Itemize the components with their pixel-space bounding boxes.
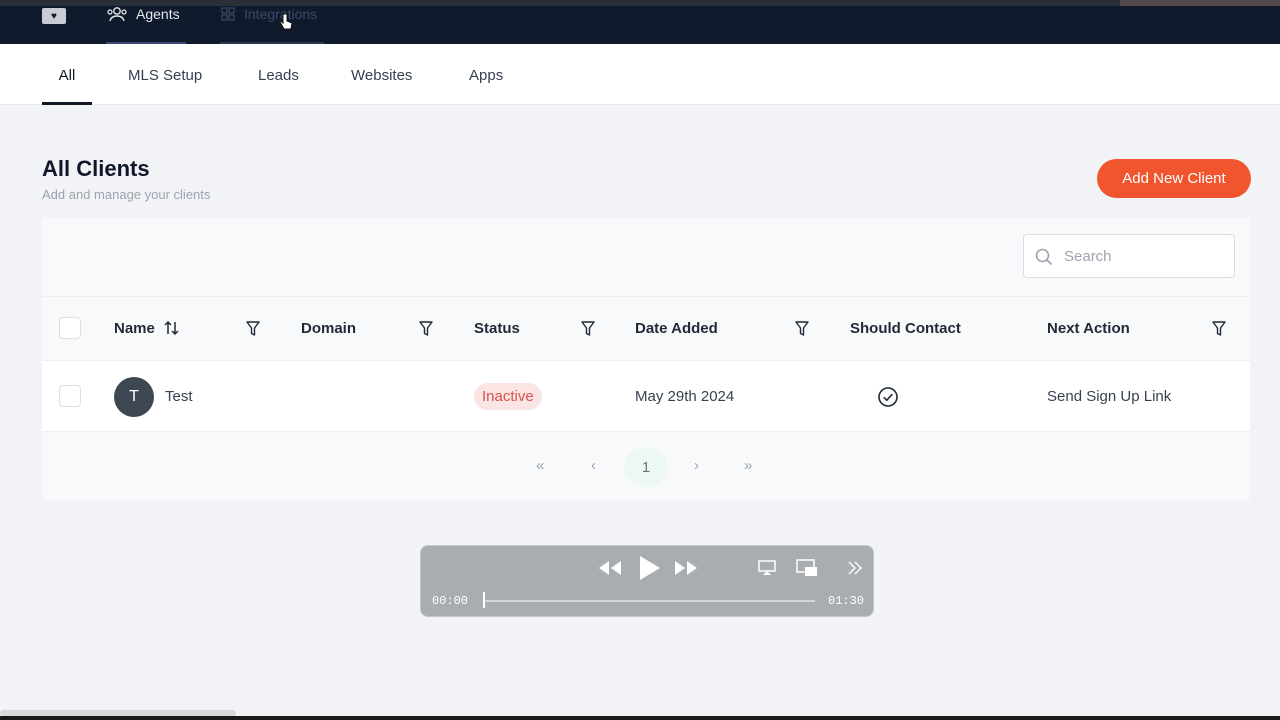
filter-icon[interactable] xyxy=(419,321,433,342)
window-strip-right xyxy=(1120,0,1280,6)
search-icon xyxy=(1035,248,1053,271)
prev-page-button[interactable]: ‹ xyxy=(591,457,596,474)
hand-cursor-icon xyxy=(279,13,293,30)
next-page-button[interactable]: › xyxy=(694,457,699,474)
nav-item-integrations[interactable]: Integrations xyxy=(220,4,324,44)
avatar: T xyxy=(114,377,154,417)
seek-handle[interactable] xyxy=(483,592,485,608)
window-edge xyxy=(0,716,1280,720)
first-page-button[interactable]: « xyxy=(536,457,544,474)
tab-websites[interactable]: Websites xyxy=(351,67,412,105)
total-duration: 01:30 xyxy=(828,594,865,608)
fast-forward-icon[interactable] xyxy=(673,559,699,577)
add-new-client-button[interactable]: Add New Client xyxy=(1097,159,1251,198)
video-player-controls: 00:00 01:30 xyxy=(420,545,874,617)
rewind-icon[interactable] xyxy=(597,559,623,577)
client-name[interactable]: Test xyxy=(165,388,193,405)
status-badge: Inactive xyxy=(474,383,542,410)
tab-mls-setup[interactable]: MLS Setup xyxy=(128,67,202,105)
search-input[interactable] xyxy=(1064,245,1224,267)
play-icon[interactable] xyxy=(635,554,663,582)
window-strip xyxy=(0,0,1280,6)
select-all-checkbox[interactable] xyxy=(59,317,81,339)
chevron-double-right-icon[interactable] xyxy=(847,560,863,576)
tab-apps[interactable]: Apps xyxy=(469,67,503,105)
tab-leads[interactable]: Leads xyxy=(258,67,299,105)
page-title: All Clients xyxy=(42,156,150,181)
grid-icon xyxy=(220,6,236,22)
seek-bar[interactable] xyxy=(483,600,815,602)
row-checkbox[interactable] xyxy=(59,385,81,407)
column-header-status[interactable]: Status xyxy=(474,320,520,337)
tab-all[interactable]: All xyxy=(42,67,92,105)
column-header-should-contact[interactable]: Should Contact xyxy=(850,320,961,337)
top-navbar: ♥ Agents Integrations xyxy=(0,0,1280,44)
date-added: May 29th 2024 xyxy=(635,388,735,405)
tabs-bar: All MLS Setup Leads Websites Apps xyxy=(0,44,1280,105)
filter-icon[interactable] xyxy=(795,321,809,342)
filter-icon[interactable] xyxy=(1212,321,1226,342)
picture-in-picture-icon[interactable] xyxy=(796,559,818,577)
page-subtitle: Add and manage your clients xyxy=(42,187,211,202)
search-box[interactable] xyxy=(1023,234,1235,278)
last-page-button[interactable]: » xyxy=(744,457,752,474)
filter-icon[interactable] xyxy=(246,321,260,342)
nav-item-agents[interactable]: Agents xyxy=(106,4,186,44)
column-header-next-action[interactable]: Next Action xyxy=(1047,320,1130,337)
table-header: Name Domain Status Date Added Should Con… xyxy=(42,296,1250,359)
check-circle-icon xyxy=(877,386,899,413)
users-icon xyxy=(106,6,128,22)
table-row[interactable]: T Test Inactive May 29th 2024 Send Sign … xyxy=(42,360,1250,432)
nav-item-label: Agents xyxy=(136,6,180,22)
pagination: « ‹ 1 › » xyxy=(42,433,1250,501)
elapsed-time: 00:00 xyxy=(432,594,469,608)
filter-icon[interactable] xyxy=(581,321,595,342)
airplay-icon[interactable] xyxy=(758,560,776,576)
logo-icon[interactable]: ♥ xyxy=(42,8,66,24)
column-header-domain[interactable]: Domain xyxy=(301,320,356,337)
column-header-name[interactable]: Name xyxy=(114,320,155,337)
page-number-current[interactable]: 1 xyxy=(624,447,668,487)
column-header-date-added[interactable]: Date Added xyxy=(635,320,718,337)
next-action-link[interactable]: Send Sign Up Link xyxy=(1047,388,1171,405)
sort-icon[interactable] xyxy=(164,320,180,341)
